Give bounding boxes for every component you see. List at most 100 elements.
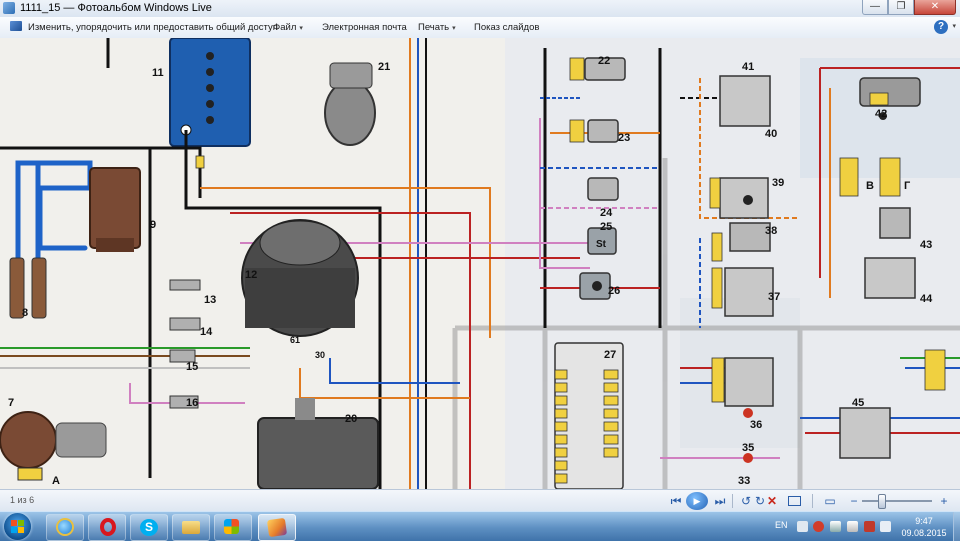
page-counter: 1 из 6 (10, 495, 35, 505)
svg-text:40: 40 (765, 128, 777, 140)
show-desktop-button[interactable] (953, 512, 960, 541)
clock-time: 9:47 (915, 516, 933, 526)
help-icon[interactable]: ? (934, 20, 948, 34)
svg-text:15: 15 (186, 361, 198, 373)
start-button[interactable] (4, 513, 31, 540)
svg-text:30: 30 (315, 350, 325, 360)
svg-text:26: 26 (608, 285, 620, 297)
clock-date: 09.08.2015 (901, 528, 947, 538)
photo-gallery-app-icon[interactable] (3, 2, 15, 14)
edit-organize-share-label: Изменить, упорядочить или предоставить о… (28, 22, 278, 33)
next-icon[interactable]: ⏭ (712, 493, 728, 509)
chevron-down-icon: ▾ (299, 25, 303, 32)
flag-icon[interactable] (864, 521, 875, 532)
email-label: Электронная почта (322, 22, 407, 33)
svg-text:13: 13 (204, 294, 216, 306)
taskbar-internet-explorer[interactable] (46, 514, 84, 541)
windows-logo-icon (11, 520, 24, 533)
svg-text:36: 36 (750, 419, 762, 431)
svg-text:12: 12 (245, 269, 257, 281)
svg-text:25: 25 (600, 221, 612, 233)
taskbar-explorer[interactable] (172, 514, 210, 541)
svg-text:A: A (52, 475, 60, 487)
taskbar-opera[interactable] (88, 514, 126, 541)
svg-text:38: 38 (765, 225, 777, 237)
slideshow-play-button[interactable]: ▶ (686, 492, 708, 510)
edit-icon (10, 21, 22, 31)
folder-icon (182, 521, 200, 534)
svg-text:11: 11 (152, 67, 164, 79)
svg-text:20: 20 (345, 413, 357, 425)
maximize-button[interactable]: ❐ (888, 0, 914, 15)
taskbar-windows-live-app[interactable] (214, 514, 252, 541)
edit-organize-share-button[interactable]: Изменить, упорядочить или предоставить о… (10, 17, 278, 38)
chevron-down-icon: ▾ (452, 25, 456, 32)
svg-text:8: 8 (22, 307, 28, 319)
svg-text:16: 16 (186, 397, 198, 409)
taskbar-photo-gallery[interactable] (258, 514, 296, 541)
taskbar-skype[interactable]: S (130, 514, 168, 541)
slideshow-label: Показ слайдов (474, 22, 540, 33)
svg-text:22: 22 (598, 55, 610, 67)
email-button[interactable]: Электронная почта (322, 17, 407, 38)
svg-text:7: 7 (8, 397, 14, 409)
svg-text:14: 14 (200, 326, 213, 338)
svg-text:39: 39 (772, 177, 784, 189)
delete-icon[interactable]: ✕ (764, 493, 780, 509)
file-menu-label: Файл (273, 22, 297, 33)
language-indicator[interactable]: EN (775, 520, 788, 530)
zoom-slider-thumb[interactable] (878, 494, 886, 509)
print-menu[interactable]: Печать ▾ (418, 17, 456, 38)
svg-text:61: 61 (290, 335, 300, 345)
window-title: 1111_15 — Фотоальбом Windows Live (20, 2, 212, 14)
svg-text:23: 23 (618, 132, 630, 144)
photo-gallery-icon (266, 517, 288, 538)
toolbar-divider (812, 494, 813, 508)
photo-viewport[interactable]: 11 9 8 7 12 13 14 15 16 20 21 61 30 22 2… (0, 38, 960, 489)
svg-text:44: 44 (920, 293, 933, 305)
title-bar: 1111_15 — Фотоальбом Windows Live — ❐ ✕ (0, 0, 960, 18)
file-menu[interactable]: Файл ▾ (273, 17, 303, 38)
zoom-in-icon[interactable]: + (936, 493, 952, 509)
zoom-out-icon[interactable]: − (846, 493, 862, 509)
taskbar: S EN 9:47 09.08.2015 (0, 511, 960, 541)
command-bar: Изменить, упорядочить или предоставить о… (0, 17, 960, 39)
svg-text:45: 45 (852, 397, 864, 409)
toolbar-divider (732, 494, 733, 508)
window-controls: — ❐ ✕ (862, 0, 956, 15)
close-button[interactable]: ✕ (914, 0, 956, 15)
slideshow-menu-button[interactable]: Показ слайдов (474, 17, 539, 38)
svg-text:41: 41 (742, 61, 754, 73)
previous-icon[interactable]: ⏮ (668, 493, 684, 509)
minimize-button[interactable]: — (862, 0, 888, 15)
svg-text:21: 21 (378, 61, 390, 73)
chevron-down-icon[interactable]: ▾ (952, 22, 956, 30)
power-icon[interactable] (880, 521, 891, 532)
volume-icon[interactable] (847, 521, 858, 532)
internet-explorer-icon (56, 518, 74, 536)
svg-text:В: В (866, 180, 874, 192)
svg-text:42: 42 (875, 108, 887, 120)
svg-text:24: 24 (600, 207, 613, 219)
print-menu-label: Печать (418, 22, 450, 33)
opera-icon (100, 518, 116, 536)
security-icon[interactable] (813, 521, 824, 532)
zoom-slider-track[interactable] (862, 500, 932, 502)
tray-arrow-icon[interactable] (797, 521, 808, 532)
system-clock[interactable]: 9:47 09.08.2015 (896, 515, 952, 539)
svg-text:Г: Г (904, 180, 911, 192)
svg-text:37: 37 (768, 291, 780, 303)
network-icon[interactable] (830, 521, 841, 532)
windows-live-icon (224, 519, 239, 534)
wiring-diagram-image: 11 9 8 7 12 13 14 15 16 20 21 61 30 22 2… (0, 38, 960, 489)
fit-to-window-icon[interactable]: ▭ (822, 493, 838, 509)
svg-text:27: 27 (604, 349, 616, 361)
photo-controls-bar: 1 из 6 ⏮ ▶ ⏭ ↺ ↻ ✕ ▭ − + (0, 489, 960, 512)
skype-icon: S (140, 519, 158, 536)
monitor-icon[interactable] (786, 493, 802, 509)
svg-text:35: 35 (742, 442, 754, 454)
svg-text:43: 43 (920, 239, 932, 251)
svg-text:33: 33 (738, 475, 750, 487)
svg-text:9: 9 (150, 219, 156, 231)
svg-text:St: St (596, 239, 607, 250)
